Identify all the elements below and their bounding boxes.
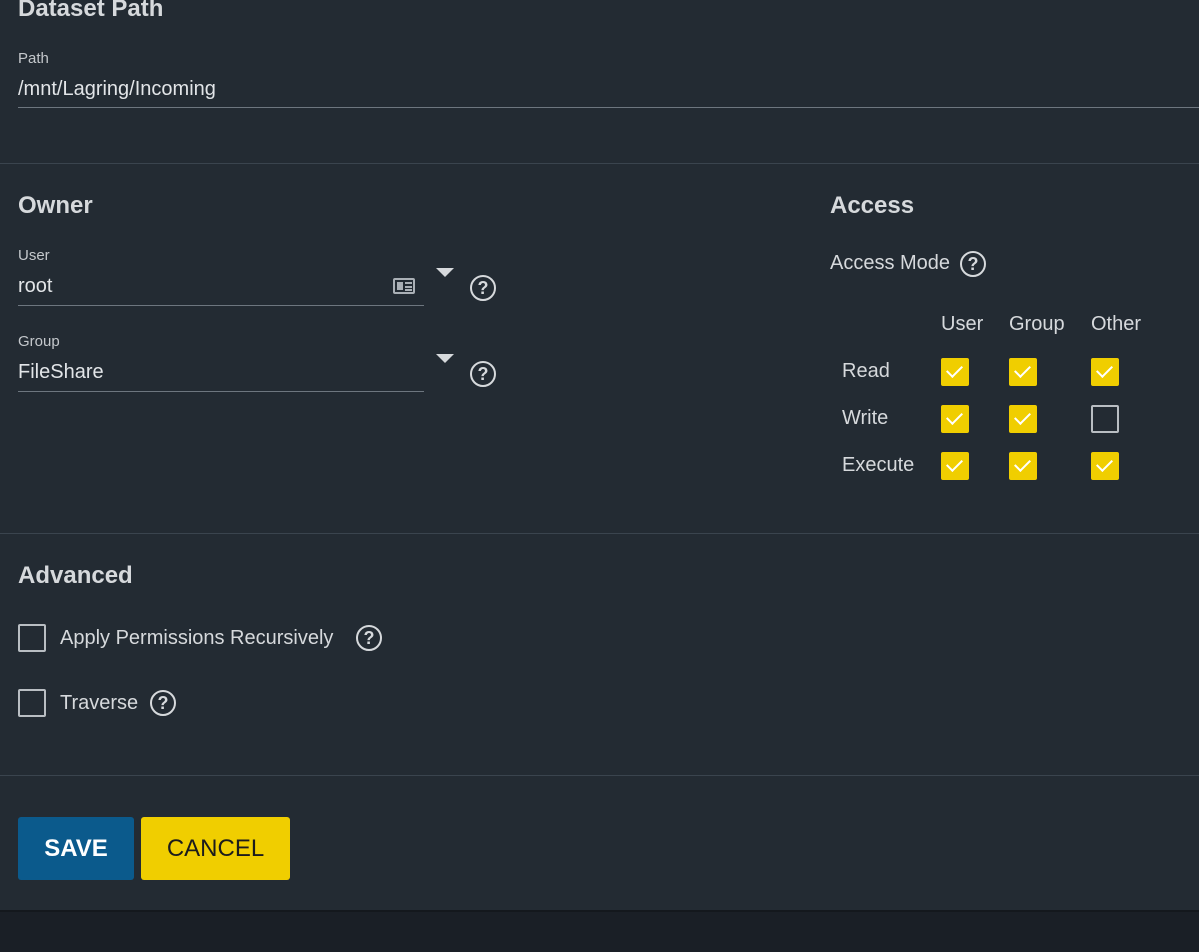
row-label-execute: Execute (842, 454, 915, 476)
execute-user-checkbox[interactable] (941, 452, 969, 480)
group-underline (18, 391, 424, 392)
row-label-read: Read (842, 360, 890, 382)
permissions-form: Dataset Path Path /mnt/Lagring/Incoming … (0, 0, 1199, 912)
read-group-checkbox[interactable] (1009, 358, 1037, 386)
owner-title: Owner (18, 192, 93, 219)
access-mode-help-icon[interactable]: ? (960, 251, 986, 277)
read-user-checkbox[interactable] (941, 358, 969, 386)
group-label: Group (18, 333, 60, 350)
column-header-user: User (941, 313, 984, 335)
group-dropdown-icon[interactable] (436, 354, 454, 363)
access-mode-label: Access Mode (830, 252, 951, 274)
cancel-button[interactable]: CANCEL (141, 817, 290, 880)
group-help-icon[interactable]: ? (470, 361, 496, 387)
read-other-checkbox[interactable] (1091, 358, 1119, 386)
dataset-path-title: Dataset Path (18, 0, 164, 22)
path-input[interactable]: /mnt/Lagring/Incoming (18, 79, 216, 99)
user-help-icon[interactable]: ? (470, 275, 496, 301)
apply-recursively-help-icon[interactable]: ? (356, 625, 382, 651)
user-input[interactable]: root (18, 276, 52, 296)
divider (0, 533, 1199, 534)
path-label: Path (18, 50, 49, 67)
user-underline (18, 305, 424, 306)
write-group-checkbox[interactable] (1009, 405, 1037, 433)
user-dropdown-icon[interactable] (436, 268, 454, 277)
user-label: User (18, 247, 50, 264)
write-user-checkbox[interactable] (941, 405, 969, 433)
write-other-checkbox[interactable] (1091, 405, 1119, 433)
divider (0, 163, 1199, 164)
execute-group-checkbox[interactable] (1009, 452, 1037, 480)
row-label-write: Write (842, 407, 889, 429)
apply-recursively-checkbox[interactable] (18, 624, 46, 652)
traverse-label[interactable]: Traverse (60, 693, 138, 713)
advanced-title: Advanced (18, 562, 133, 589)
apply-recursively-label[interactable]: Apply Permissions Recursively (60, 628, 333, 648)
column-header-group: Group (1009, 313, 1065, 335)
execute-other-checkbox[interactable] (1091, 452, 1119, 480)
traverse-checkbox[interactable] (18, 689, 46, 717)
access-title: Access (830, 192, 915, 219)
group-input[interactable]: FileShare (18, 362, 104, 382)
id-card-icon[interactable] (393, 278, 415, 294)
path-underline (18, 107, 1199, 108)
divider (0, 775, 1199, 776)
traverse-help-icon[interactable]: ? (150, 690, 176, 716)
save-button[interactable]: SAVE (18, 817, 134, 880)
column-header-other: Other (1091, 313, 1142, 335)
